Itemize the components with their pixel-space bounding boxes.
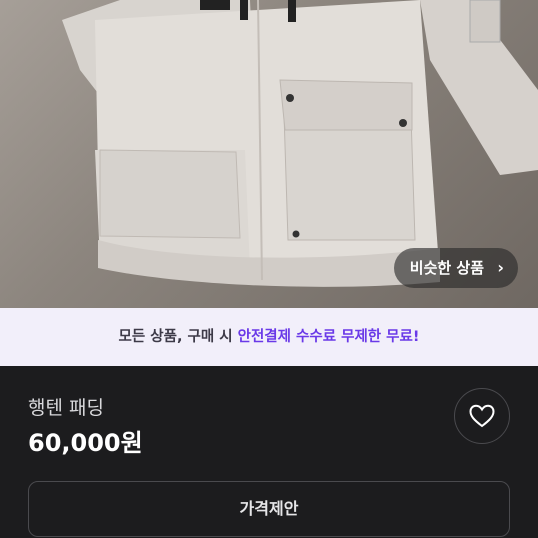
like-button[interactable] bbox=[454, 388, 510, 444]
promo-banner[interactable]: 모든 상품, 구매 시 안전결제 수수료 무제한 무료! bbox=[0, 308, 538, 366]
listing-info: 행텐 패딩 60,000원 가격제안 bbox=[0, 366, 538, 538]
similar-products-button[interactable]: 비슷한 상품 › bbox=[393, 248, 518, 288]
chevron-right-icon: › bbox=[497, 258, 504, 277]
product-photo[interactable]: 비슷한 상품 › bbox=[0, 0, 538, 308]
similar-products-label: 비슷한 상품 bbox=[409, 259, 484, 277]
product-title: 행텐 패딩 bbox=[28, 397, 104, 419]
promo-text: 모든 상품, 구매 시 bbox=[118, 329, 238, 345]
price-offer-button[interactable]: 가격제안 bbox=[28, 481, 510, 537]
heart-outline-icon bbox=[469, 404, 495, 428]
promo-highlight: 안전결제 수수료 무제한 무료! bbox=[237, 329, 420, 345]
product-price: 60,000원 bbox=[28, 429, 143, 457]
